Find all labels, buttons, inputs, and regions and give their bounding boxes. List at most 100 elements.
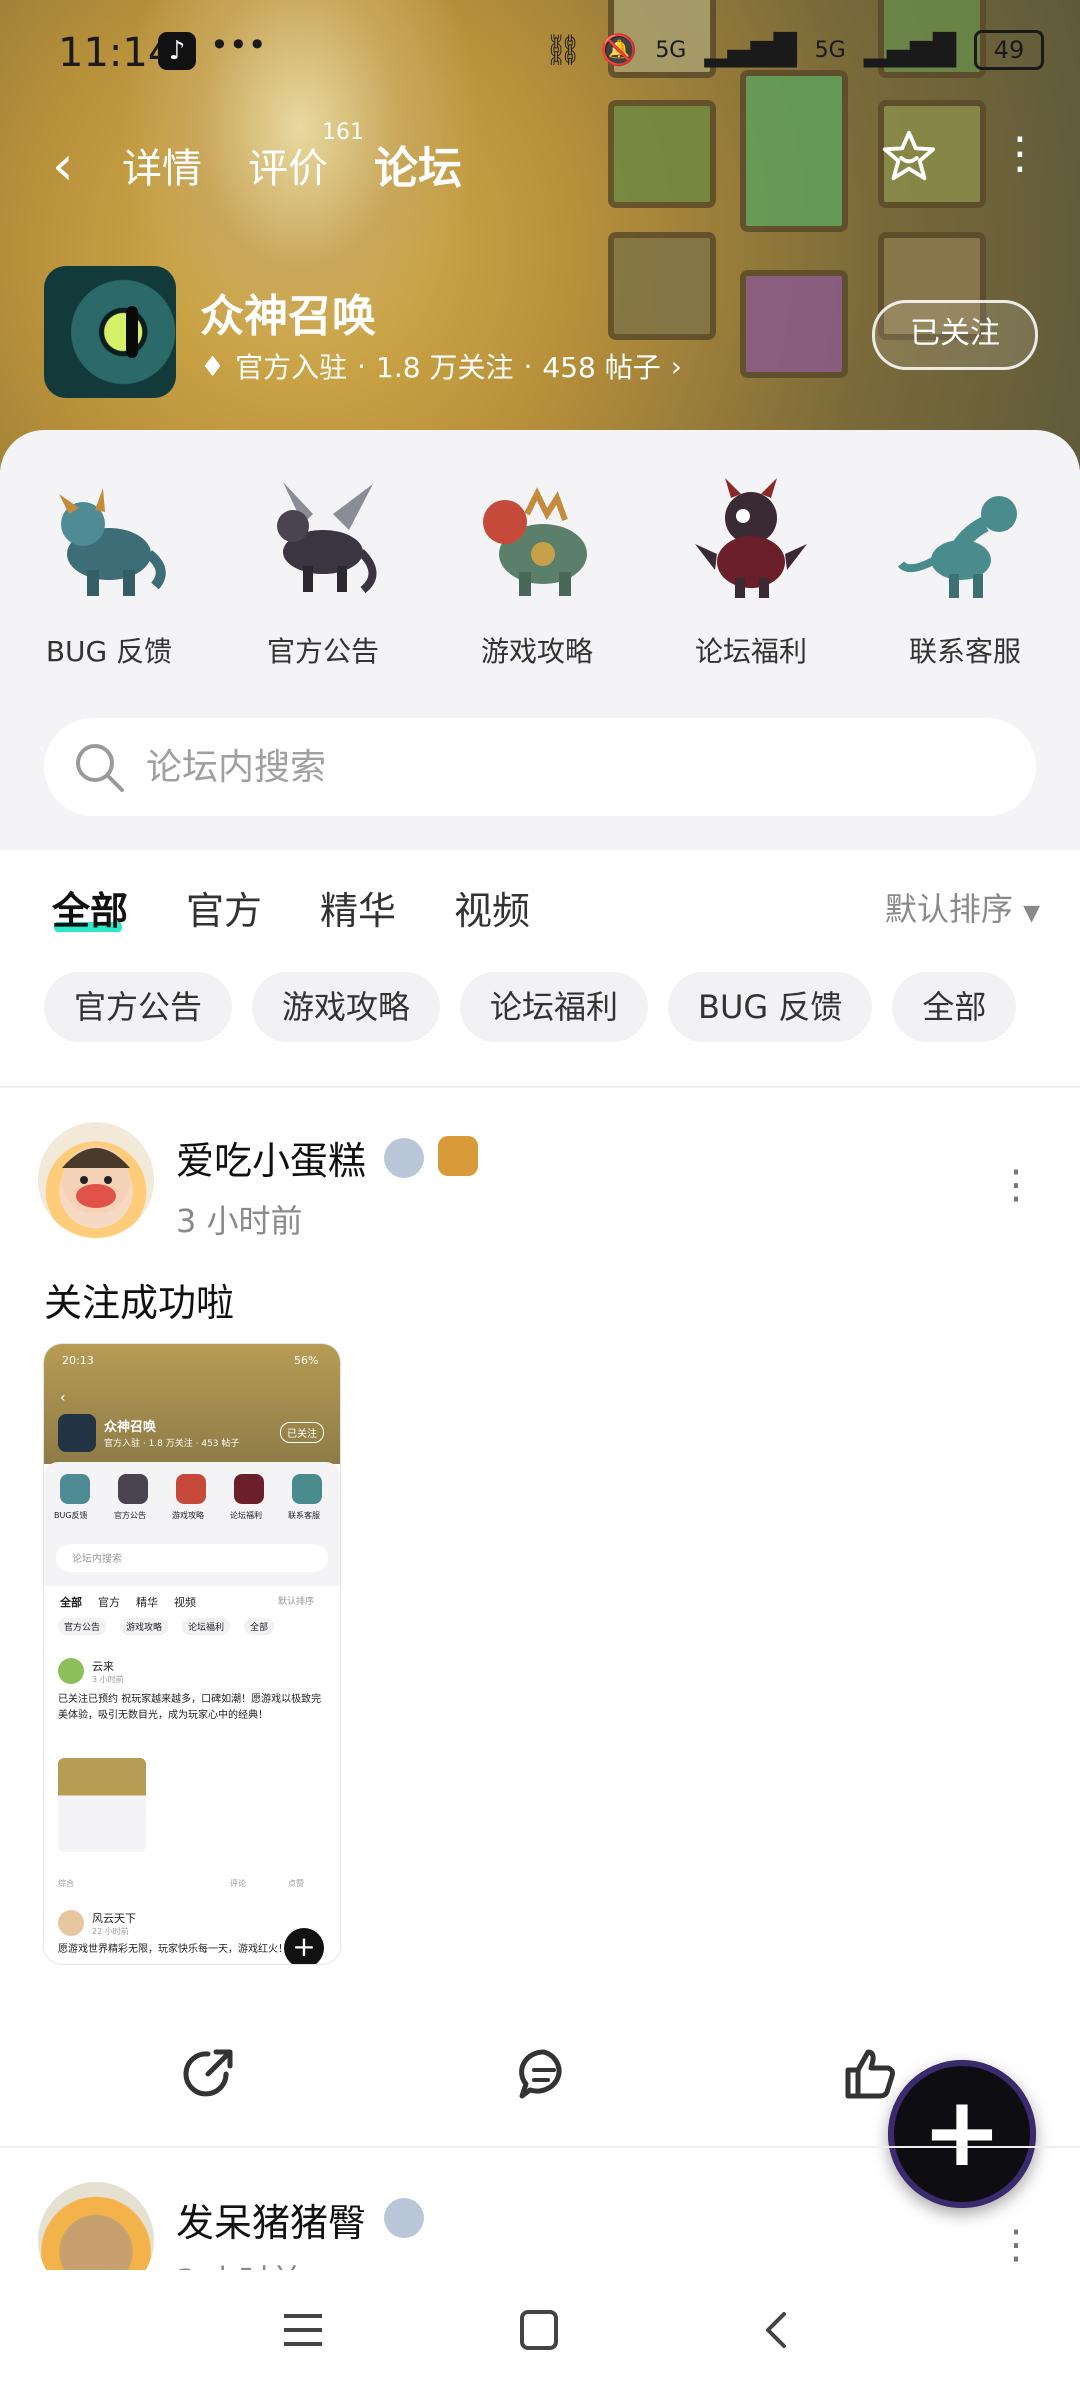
level-badge-icon: [384, 2198, 424, 2238]
category-label: 游戏攻略: [480, 635, 593, 668]
caret-down-icon: ▼: [1023, 901, 1040, 926]
post-username[interactable]: 爱吃小蛋糕: [176, 1130, 366, 1185]
thumb-avatar: [58, 1910, 84, 1936]
menu-icon[interactable]: [282, 2310, 324, 2350]
mute-bell-icon: 🔕: [599, 32, 638, 68]
share-icon[interactable]: [178, 2044, 238, 2104]
category-label: 论坛福利: [694, 635, 807, 668]
dragon-winged-icon: [277, 482, 377, 594]
dragon-teal-icon: [897, 496, 1017, 598]
thumb-cat-icon: [176, 1474, 206, 1504]
posts-count: 458 帖子: [542, 351, 661, 384]
forum-search-bar[interactable]: [44, 718, 1036, 816]
category-label: 联系客服: [908, 635, 1021, 668]
thumb-tag: 综合: [58, 1879, 74, 1888]
thumb-battery: 56%: [294, 1354, 319, 1367]
thumb-tab: 全部: [60, 1596, 82, 1609]
post-username[interactable]: 发呆猪猪臀: [176, 2192, 366, 2247]
divider: [0, 1086, 1080, 1088]
meta-separator: ·: [523, 349, 533, 383]
category-guides[interactable]: 游戏攻略: [452, 474, 622, 670]
game-header-banner: 11:14 ♪ ••• ⛓ 🔕 5G ▂▄▆█ 5G ▂▄▆█ 49 ‹ 详情 …: [0, 0, 1080, 470]
sort-label: 默认排序: [884, 890, 1013, 928]
dragon-blue-icon: [59, 488, 166, 596]
thumb-game-name: 众神召唤: [104, 1420, 157, 1435]
thumb-chip: 游戏攻略: [120, 1618, 169, 1635]
thumb-chip: 全部: [244, 1618, 275, 1635]
category-customer-service[interactable]: 联系客服: [880, 474, 1050, 670]
chip-announcements[interactable]: 官方公告: [44, 972, 233, 1042]
filter-tab-video[interactable]: 视频: [454, 880, 530, 935]
topic-chips: 官方公告 游戏攻略 论坛福利 BUG 反馈 全部: [44, 972, 1017, 1042]
official-label: 官方入驻: [235, 351, 348, 384]
post-text[interactable]: 关注成功啦: [44, 1272, 234, 1327]
filter-tab-featured[interactable]: 精华: [320, 880, 396, 935]
tab-details[interactable]: 详情: [122, 136, 202, 194]
thumb-cat-icon: [118, 1474, 148, 1504]
tab-forum[interactable]: 论坛: [374, 132, 462, 196]
signal-icon: ▂▄▆█: [863, 32, 956, 68]
thumb-like: 点赞: [288, 1879, 304, 1888]
dragon-green-icon: [483, 487, 587, 596]
status-dots: •••: [210, 26, 267, 64]
thumb-cat-icon: [234, 1474, 264, 1504]
chip-welfare[interactable]: 论坛福利: [460, 972, 649, 1042]
thumb-nested-image: [58, 1758, 146, 1852]
reviews-count: 161: [322, 120, 364, 145]
chip-all[interactable]: 全部: [892, 972, 1017, 1042]
status-bar: 11:14 ♪ ••• ⛓ 🔕 5G ▂▄▆█ 5G ▂▄▆█ 49: [0, 22, 1080, 82]
game-meta[interactable]: ♦ 官方入驻 · 1.8 万关注 · 458 帖子 ›: [200, 346, 682, 386]
tab-reviews[interactable]: 评价: [248, 136, 328, 194]
tiktok-icon: ♪: [158, 32, 196, 70]
game-icon[interactable]: [44, 266, 176, 398]
divider: [0, 2146, 1080, 2148]
post-time: 3 小时前: [176, 1202, 303, 1240]
chip-guides[interactable]: 游戏攻略: [252, 972, 441, 1042]
thumb-meta: 官方入驻 · 1.8 万关注 · 453 帖子: [104, 1439, 240, 1449]
signal-icon: ▂▄▆█: [704, 32, 797, 68]
thumb-follow: 已关注: [280, 1422, 324, 1443]
network-label: 5G: [655, 37, 687, 63]
thumb-cat-label: 游戏攻略: [172, 1511, 204, 1520]
meta-separator: ·: [357, 349, 367, 383]
post-more-icon[interactable]: ⋮: [996, 2222, 1036, 2268]
thumb-cat-label: 联系客服: [288, 1511, 320, 1520]
follow-button[interactable]: 已关注: [872, 300, 1038, 370]
thumb-user: 风云天下: [92, 1912, 136, 1925]
home-icon[interactable]: [518, 2310, 560, 2350]
battery-indicator: 49: [974, 30, 1044, 70]
avatar[interactable]: [38, 1122, 154, 1238]
thumb-tab: 精华: [136, 1596, 158, 1609]
search-icon: [76, 744, 124, 792]
comment-icon[interactable]: [514, 2044, 574, 2104]
more-options-icon[interactable]: ⋮: [998, 128, 1042, 179]
thumb-sort: 默认排序: [278, 1597, 315, 1607]
category-welfare[interactable]: 论坛福利: [666, 474, 836, 670]
post-image[interactable]: 20:13 56% ‹ 众神召唤 官方入驻 · 1.8 万关注 · 453 帖子…: [44, 1344, 340, 1964]
star-favorite-icon[interactable]: [880, 128, 938, 186]
category-label: BUG 反馈: [45, 635, 173, 668]
level-badge-icon: [384, 1138, 424, 1178]
category-announcements[interactable]: 官方公告: [238, 474, 408, 670]
create-post-button[interactable]: +: [888, 2060, 1036, 2208]
thumb-search-text: 论坛内搜索: [72, 1554, 122, 1565]
sort-dropdown[interactable]: 默认排序 ▼: [885, 884, 1040, 930]
filter-tab-official[interactable]: 官方: [186, 880, 262, 935]
thumb-comment: 评论: [230, 1879, 246, 1888]
post-more-icon[interactable]: ⋮: [996, 1162, 1036, 1208]
thumb-post-text: 已关注已预约 祝玩家越来越多，口碑如潮！愿游戏以极致完美体验，吸引无数目光，成为…: [58, 1694, 322, 1721]
thumb-time2: 22 小时前: [92, 1927, 129, 1936]
thumb-chip: 论坛福利: [182, 1618, 231, 1635]
dragon-dark-icon: [695, 478, 807, 598]
thumb-cat-icon: [292, 1474, 322, 1504]
category-bug-feedback[interactable]: BUG 反馈: [24, 474, 194, 670]
thumb-avatar: [58, 1658, 84, 1684]
search-input[interactable]: [144, 738, 1008, 796]
filter-tab-all[interactable]: 全部: [52, 880, 128, 935]
network-label: 5G: [814, 37, 846, 63]
thumb-time: 20:13: [62, 1354, 94, 1367]
chip-bug-feedback[interactable]: BUG 反馈: [668, 972, 873, 1042]
back-nav-icon[interactable]: [756, 2310, 798, 2350]
item-tile: [740, 270, 848, 378]
back-icon[interactable]: ‹: [52, 134, 74, 197]
